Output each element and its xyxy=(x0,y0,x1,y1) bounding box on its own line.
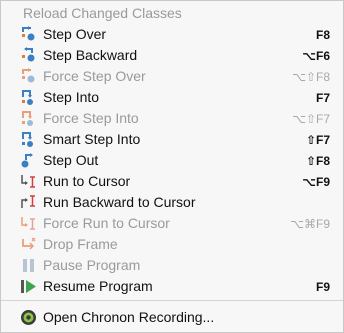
menu-item-label: Run to Cursor xyxy=(43,173,131,189)
menu-item-label: Step Out xyxy=(43,152,99,168)
menu-item-shortcut: ⌥F9 xyxy=(302,175,330,189)
menu-item-label: Resume Program xyxy=(43,278,153,294)
menu-item-label: Step Over xyxy=(43,26,107,42)
menu-item-open-chronon-recording[interactable]: Open Chronon Recording... xyxy=(1,307,343,328)
menu-item-label: Force Step Into xyxy=(43,110,139,126)
menu-item-force-step-into[interactable]: Force Step Into ⌥⇧F7 xyxy=(1,108,343,129)
menu-item-force-run-to-cursor[interactable]: Force Run to Cursor ⌥⌘F9 xyxy=(1,213,343,234)
menu-item-step-over[interactable]: Step Over F8 xyxy=(1,24,343,45)
menu-item-pause-program[interactable]: Pause Program xyxy=(1,255,343,276)
step-out-icon xyxy=(20,152,37,169)
menu-item-run-backward-to-cursor[interactable]: Run Backward to Cursor xyxy=(1,192,343,213)
menu-item-shortcut: ⇧F7 xyxy=(305,133,330,147)
menu-item-shortcut: F8 xyxy=(315,28,330,42)
menu-item-force-step-over[interactable]: Force Step Over ⌥⇧F8 xyxy=(1,66,343,87)
menu-item-step-backward[interactable]: Step Backward ⌥F6 xyxy=(1,45,343,66)
menu-item-label: Step Into xyxy=(43,89,100,105)
menu-item-drop-frame[interactable]: Drop Frame xyxy=(1,234,343,255)
step-over-icon xyxy=(20,26,37,43)
menu-item-shortcut: ⌥⌘F9 xyxy=(290,217,330,231)
force-step-into-icon xyxy=(20,110,37,127)
resume-icon xyxy=(20,278,37,295)
menu-item-shortcut: ⇧F8 xyxy=(305,154,330,168)
smart-step-into-icon xyxy=(20,131,37,148)
menu-item-step-out[interactable]: Step Out ⇧F8 xyxy=(1,150,343,171)
menu-item-label: Force Run to Cursor xyxy=(43,215,170,231)
menu-item-smart-step-into[interactable]: Smart Step Into ⇧F7 xyxy=(1,129,343,150)
pause-icon xyxy=(20,257,37,274)
menu-item-label: Pause Program xyxy=(43,257,141,273)
menu-item-shortcut: ⌥⇧F7 xyxy=(292,112,330,126)
run-to-cursor-icon xyxy=(20,173,37,190)
chronon-icon xyxy=(20,309,37,326)
menu-item-resume-program[interactable]: Resume Program F9 xyxy=(1,276,343,297)
step-into-icon xyxy=(20,89,37,106)
run-backward-to-cursor-icon xyxy=(20,194,37,211)
menu-item-label: Force Step Over xyxy=(43,68,146,84)
force-step-over-icon xyxy=(20,68,37,85)
menu-divider xyxy=(1,300,343,301)
menu-item-label: Run Backward to Cursor xyxy=(43,194,196,210)
drop-frame-icon xyxy=(20,236,37,253)
menu-item-step-into[interactable]: Step Into F7 xyxy=(1,87,343,108)
force-run-to-cursor-icon xyxy=(20,215,37,232)
menu-header: Reload Changed Classes xyxy=(1,3,343,24)
menu-item-shortcut: ⌥⇧F8 xyxy=(292,70,330,84)
menu-item-label: Step Backward xyxy=(43,47,138,63)
menu-item-shortcut: F7 xyxy=(315,91,330,105)
menu-item-run-to-cursor[interactable]: Run to Cursor ⌥F9 xyxy=(1,171,343,192)
menu-item-label: Open Chronon Recording... xyxy=(43,309,215,325)
menu-item-label: Drop Frame xyxy=(43,236,118,252)
menu-header-label: Reload Changed Classes xyxy=(23,5,182,21)
menu-item-shortcut: ⌥F6 xyxy=(302,49,330,63)
debug-menu: Reload Changed Classes Step Over F8 Step… xyxy=(0,0,344,333)
menu-item-label: Smart Step Into xyxy=(43,131,141,147)
step-backward-icon xyxy=(20,47,37,64)
menu-item-shortcut: F9 xyxy=(315,280,330,294)
